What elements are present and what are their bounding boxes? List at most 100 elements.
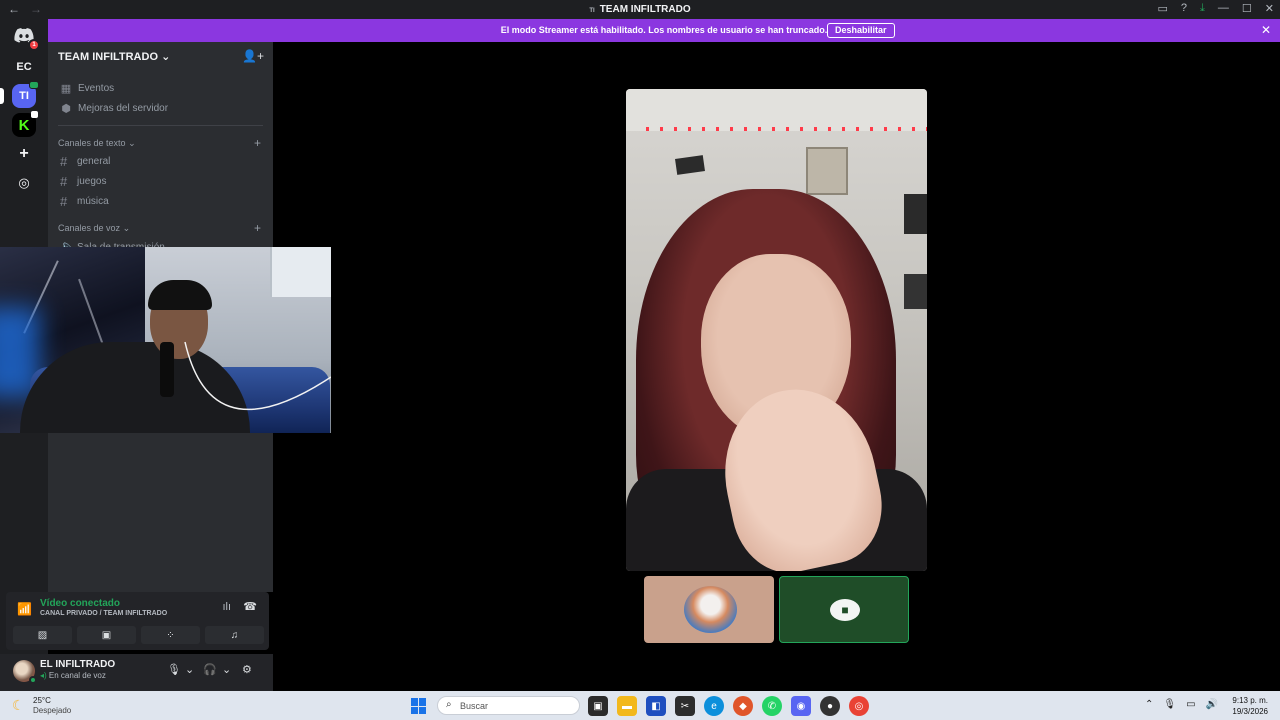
obs-icon[interactable]: ● <box>820 696 840 716</box>
store-icon[interactable]: ◧ <box>646 696 666 716</box>
hash-icon: # <box>60 174 68 189</box>
online-status-icon <box>29 676 37 684</box>
volume-icon[interactable]: 🔊 <box>1206 699 1218 710</box>
explore-servers-icon[interactable]: ◎ <box>12 171 36 195</box>
close-window-button[interactable]: ✕ <box>1265 2 1274 15</box>
windows-start-icon[interactable] <box>411 698 427 714</box>
search-placeholder: Buscar <box>460 701 489 711</box>
headphones-icon[interactable]: 🎧 <box>203 663 217 676</box>
voice-indicator-icon: ◂) <box>40 671 47 680</box>
create-channel-icon[interactable]: + <box>254 221 261 235</box>
headphone-cable <box>184 341 331 411</box>
minimize-button[interactable]: — <box>1218 2 1229 15</box>
server-short-label: TI <box>589 8 595 14</box>
banner-close-icon[interactable]: ✕ <box>1261 23 1271 37</box>
window-title: TI TEAM INFILTRADO <box>0 4 1280 15</box>
divider <box>58 125 263 126</box>
search-icon: ⌕ <box>446 699 452 710</box>
channel-general[interactable]: # general <box>60 154 110 169</box>
server-ti-label: TI <box>19 90 29 102</box>
taskbar-apps: ▣ ▬ ◧ ✂ e ◆ ✆ ◉ ● ◎ <box>588 696 869 716</box>
taskbar-clock[interactable]: 9:13 p. m. 19/3/2026 <box>1232 695 1268 717</box>
server-kick[interactable]: K <box>12 111 38 137</box>
category-voice-channels[interactable]: Canales de voz ⌄ + <box>58 221 263 235</box>
main-video-tile[interactable] <box>626 89 927 571</box>
calendar-icon: ▦ <box>60 83 72 95</box>
brave-icon[interactable]: ◆ <box>733 696 753 716</box>
microphone-icon[interactable]: 🎙 <box>167 663 181 676</box>
wall-poster <box>806 147 848 195</box>
inbox-icon[interactable]: ▭ <box>1158 2 1168 15</box>
selected-indicator <box>0 88 4 104</box>
soundboard-button[interactable]: ♫ <box>205 626 264 644</box>
weather-temp[interactable]: 25°C <box>33 696 51 705</box>
channel-musica[interactable]: # música <box>60 194 109 209</box>
add-server-icon[interactable]: + <box>12 142 36 166</box>
maximize-button[interactable]: ☐ <box>1242 2 1252 15</box>
sidebar-item-events[interactable]: ▦ Eventos <box>60 82 114 95</box>
channel-label: general <box>77 156 111 167</box>
activities-button[interactable]: ⁘ <box>141 626 200 644</box>
whatsapp-icon[interactable]: ✆ <box>762 696 782 716</box>
sidebar-item-label: Mejoras del servidor <box>78 103 169 114</box>
file-explorer-icon[interactable]: ▬ <box>617 696 637 716</box>
taskbar-search[interactable]: ⌕ Buscar <box>437 696 580 715</box>
channel-label: juegos <box>77 176 107 187</box>
discord-taskbar-icon[interactable]: ◉ <box>791 696 811 716</box>
display-icon[interactable]: ▭ <box>1186 699 1195 710</box>
chevron-up-icon[interactable]: ⌃ <box>1145 699 1153 710</box>
moon-weather-icon[interactable]: ☾ <box>12 697 25 714</box>
weather-desc: Despejado <box>33 706 72 715</box>
capcut-icon[interactable]: ✂ <box>675 696 695 716</box>
settings-gear-icon[interactable]: ⚙ <box>242 663 252 676</box>
microphone-icon[interactable]: 🎙 <box>1163 699 1176 710</box>
edge-icon[interactable]: e <box>704 696 724 716</box>
chevron-down-icon: ⌄ <box>161 51 171 63</box>
screen-share-button[interactable]: ▣ <box>77 626 136 644</box>
user-panel: EL INFILTRADO ◂) En canal de voz 🎙 ⌄ 🎧 ⌄… <box>0 654 273 691</box>
signal-icon[interactable]: 📶 <box>17 602 32 616</box>
avatar[interactable] <box>13 660 37 684</box>
wall-poster <box>904 274 927 309</box>
streamer-mode-banner: El modo Streamer está habilitado. Los no… <box>48 19 1280 42</box>
participant-tile-camera-off[interactable]: ■ <box>779 576 909 643</box>
chrome-icon[interactable]: ◎ <box>849 696 869 716</box>
invite-people-icon[interactable]: 👤+ <box>242 49 264 63</box>
server-name-header[interactable]: TEAM INFILTRADO ⌄ <box>58 50 170 63</box>
download-icon[interactable]: ⤓ <box>1200 2 1205 15</box>
wall-poster <box>904 194 927 234</box>
sidebar-item-boosts[interactable]: ⬢ Mejoras del servidor <box>60 102 168 115</box>
channel-label: música <box>77 196 109 207</box>
user-status-text: En canal de voz <box>48 671 106 680</box>
avatar <box>684 586 737 633</box>
voice-location[interactable]: CANAL PRIVADO / TEAM INFILTRADO <box>40 610 167 617</box>
video-camera-icon: ■ <box>830 599 860 621</box>
window-controls: ▭ ? ⤓ — ☐ ✕ <box>1158 2 1275 15</box>
category-text-channels[interactable]: Canales de texto ⌄ + <box>58 136 263 150</box>
voice-connection-panel: 📶 Vídeo conectado CANAL PRIVADO / TEAM I… <box>6 592 269 650</box>
discord-home-icon[interactable]: 1 <box>12 23 40 51</box>
channel-juegos[interactable]: # juegos <box>60 174 106 189</box>
category-label: Canales de voz <box>58 223 121 233</box>
help-icon[interactable]: ? <box>1181 2 1187 15</box>
task-view-icon[interactable]: ▣ <box>588 696 608 716</box>
sidebar-item-label: Eventos <box>78 83 115 94</box>
string-lights <box>646 127 927 131</box>
system-tray: ⌃ 🎙 ▭ 🔊 <box>1145 699 1218 710</box>
noise-suppression-icon[interactable]: ılı <box>222 601 231 613</box>
participant-tile-avatar[interactable] <box>644 576 774 643</box>
chevron-down-icon: ⌄ <box>128 138 136 148</box>
camera-off-button[interactable]: ▨ <box>13 626 72 644</box>
chevron-down-icon[interactable]: ⌄ <box>185 663 194 676</box>
server-team-infiltrado[interactable]: TI <box>0 81 39 108</box>
boost-icon: ⬢ <box>61 103 71 115</box>
window-title-text: TEAM INFILTRADO <box>599 4 691 15</box>
disconnect-icon[interactable]: ☎ <box>243 600 257 613</box>
create-channel-icon[interactable]: + <box>254 136 261 150</box>
server-ec[interactable]: EC <box>12 55 36 79</box>
chevron-down-icon[interactable]: ⌄ <box>222 663 231 676</box>
voice-status: Vídeo conectado <box>40 598 121 609</box>
disable-streamer-button[interactable]: Deshabilitar <box>827 23 895 38</box>
voice-actions: ▨ ▣ ⁘ ♫ <box>13 626 264 644</box>
voice-activity-icon <box>29 81 39 89</box>
